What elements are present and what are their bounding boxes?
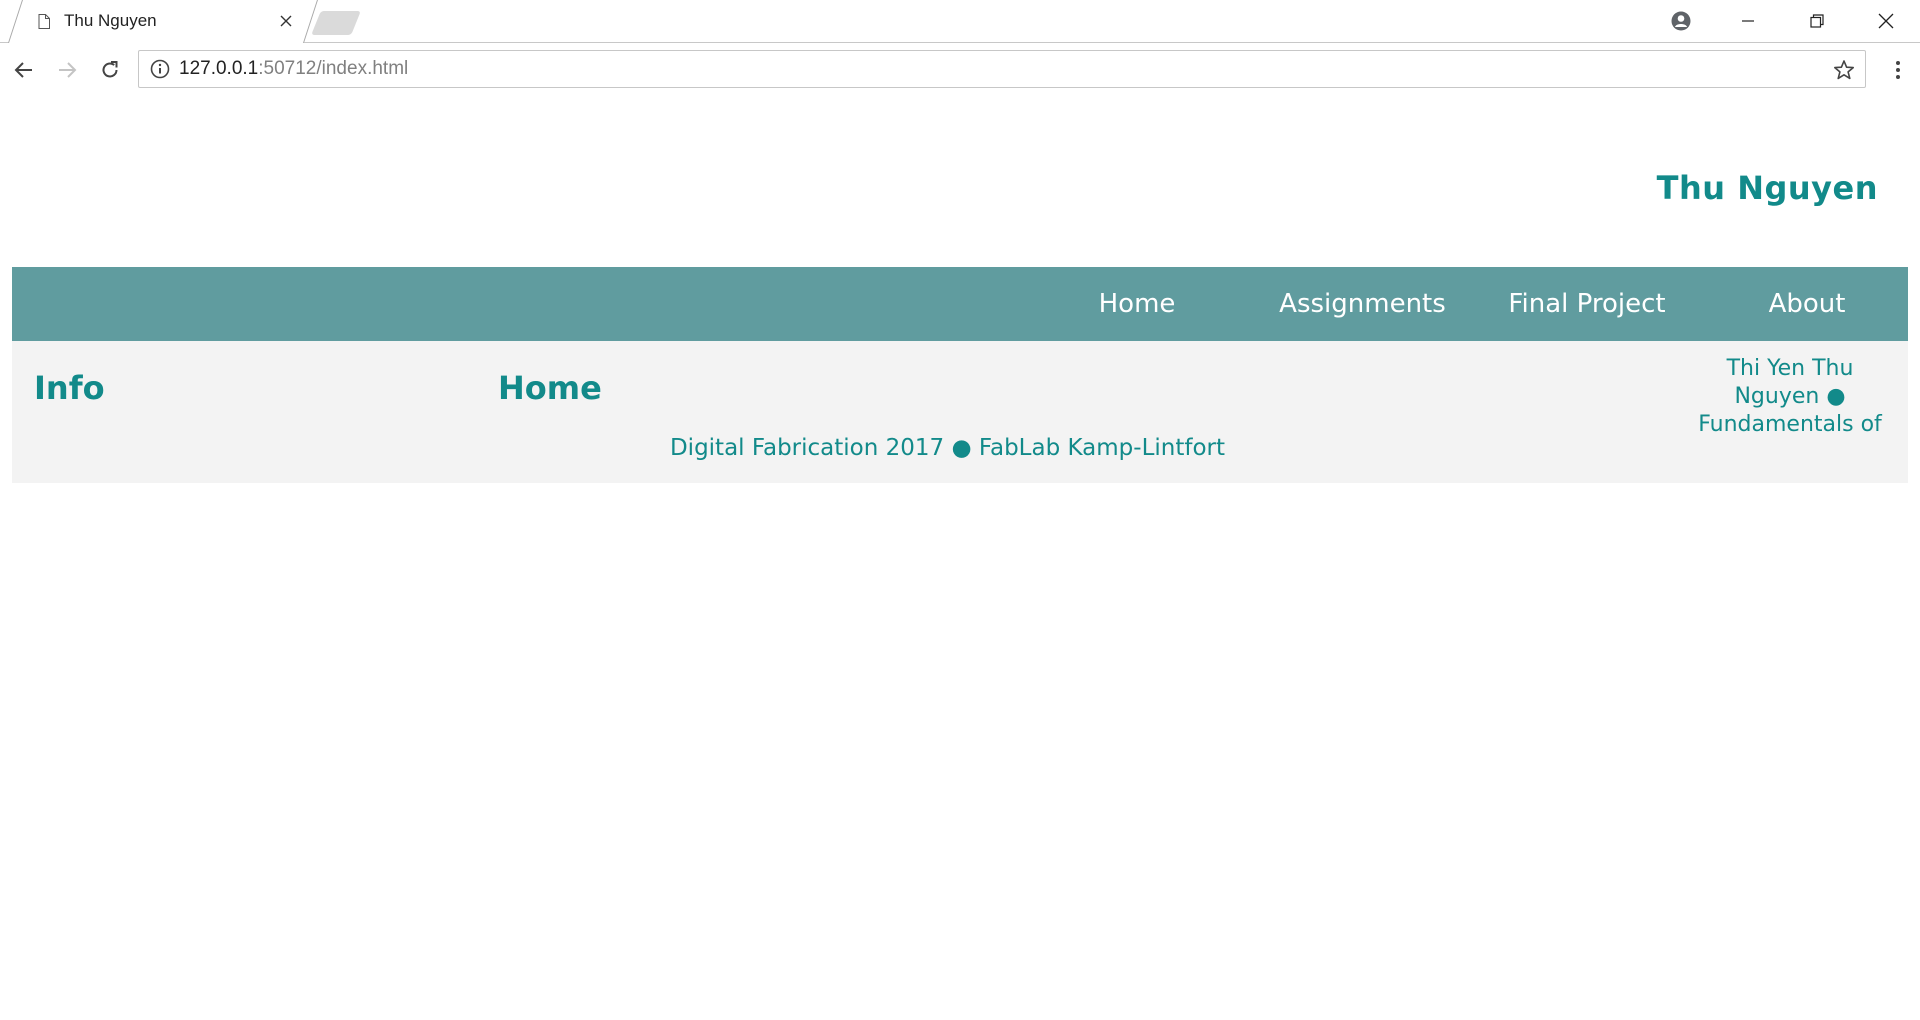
menu-icon[interactable] <box>1888 51 1908 89</box>
info-icon[interactable] <box>149 58 171 80</box>
footer-author-line-2: Nguyen ● <box>1734 384 1846 409</box>
new-tab-button[interactable] <box>311 11 361 35</box>
nav-assignments[interactable]: Assignments <box>1260 267 1465 341</box>
nav-final-project[interactable]: Final Project <box>1482 267 1692 341</box>
footer-author-line-1: Thi Yen Thu <box>1726 356 1854 381</box>
tab-title: Thu Nguyen <box>64 11 157 30</box>
nav-home[interactable]: Home <box>1042 267 1232 341</box>
address-bar[interactable]: 127.0.0.1:50712/index.html <box>138 50 1866 88</box>
nav-about[interactable]: About <box>1712 267 1902 341</box>
close-icon[interactable] <box>276 11 296 31</box>
site-title[interactable]: Thu Nguyen <box>1657 169 1878 207</box>
tab-strip: Thu Nguyen <box>0 0 1920 43</box>
footer-author: Thi Yen Thu Nguyen ● Fundamentals of <box>1690 355 1890 439</box>
web-page: Thu Nguyen Home Assignments Final Projec… <box>0 99 1920 1020</box>
restore-icon[interactable] <box>1782 0 1851 42</box>
footer-course-text: Digital Fabrication 2017 ● FabLab Kamp-L… <box>669 435 1226 461</box>
forward-icon[interactable] <box>48 51 86 89</box>
browser-chrome: Thu Nguyen 127.0.0.1:50712/index.html <box>0 0 1920 100</box>
main-nav: Home Assignments Final Project About <box>12 267 1908 341</box>
url-path: :50712/index.html <box>258 58 409 79</box>
close-window-icon[interactable] <box>1851 0 1920 42</box>
page-icon <box>38 13 50 29</box>
footer-course-line: Digital Fabrication 2017 ● FabLab Kamp-L… <box>12 435 1908 461</box>
reload-icon[interactable] <box>91 51 129 89</box>
profile-icon[interactable] <box>1661 0 1701 42</box>
window-controls <box>1661 0 1920 42</box>
info-heading: Info <box>34 369 105 407</box>
home-heading: Home <box>498 369 602 407</box>
minimize-icon[interactable] <box>1713 0 1782 42</box>
content-area: Info Home Thi Yen Thu Nguyen ● Fundament… <box>12 341 1908 483</box>
back-icon[interactable] <box>5 51 43 89</box>
url-host: 127.0.0.1 <box>179 58 259 79</box>
tab-active[interactable]: Thu Nguyen <box>30 0 300 42</box>
star-icon[interactable] <box>1831 57 1857 83</box>
toolbar: 127.0.0.1:50712/index.html <box>0 42 1920 98</box>
